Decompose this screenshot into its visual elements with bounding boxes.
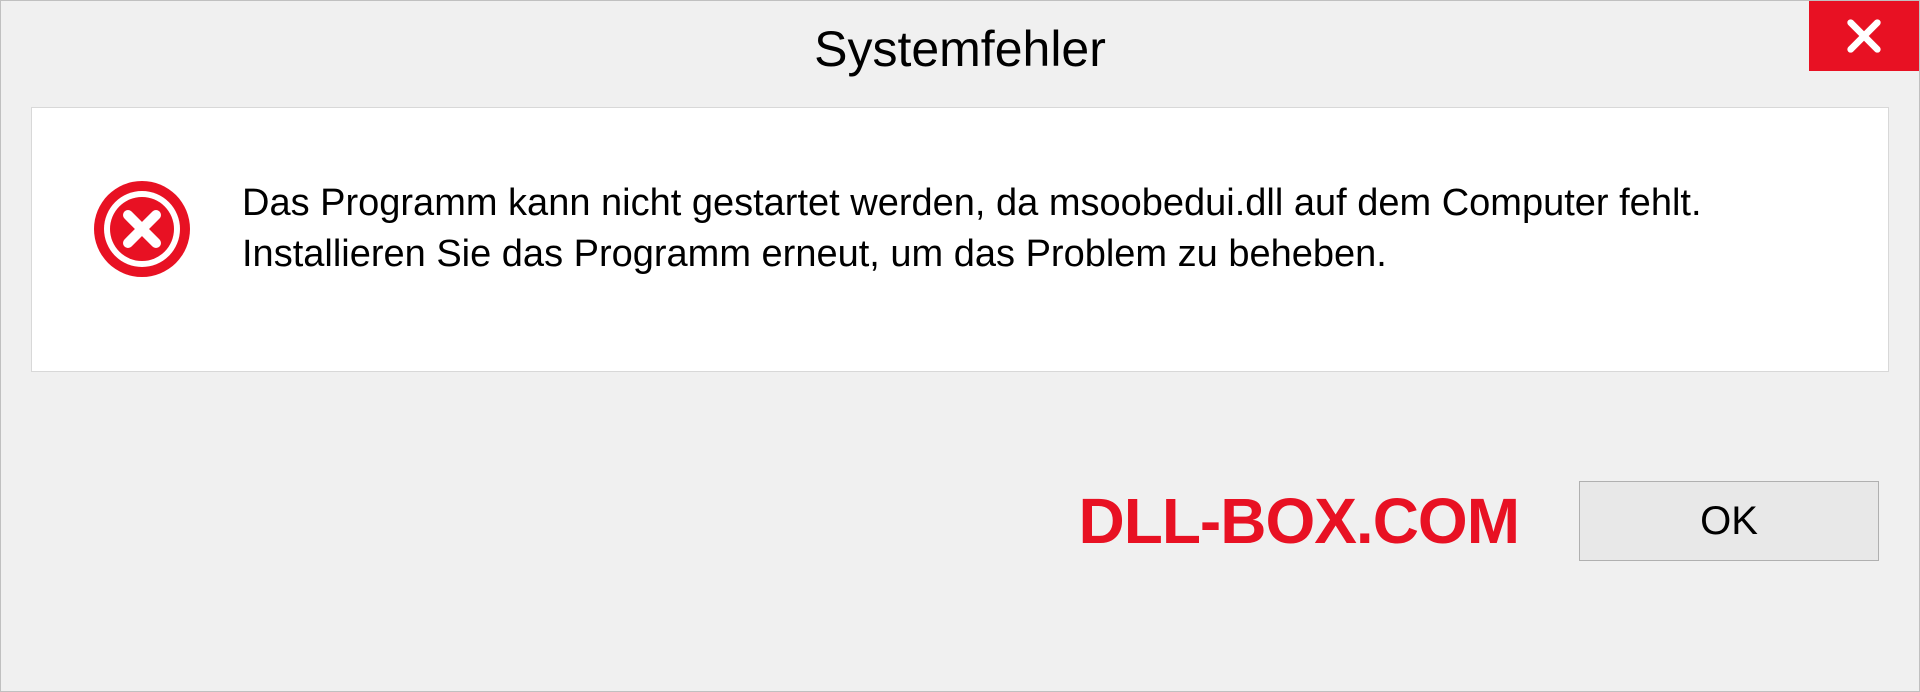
error-icon <box>92 179 192 279</box>
error-message: Das Programm kann nicht gestartet werden… <box>242 178 1828 281</box>
watermark-text: DLL-BOX.COM <box>1079 484 1520 558</box>
error-dialog: Systemfehler Das Programm kann nicht ges… <box>0 0 1920 692</box>
close-button[interactable] <box>1809 1 1919 71</box>
close-icon <box>1844 16 1884 56</box>
ok-button[interactable]: OK <box>1579 481 1879 561</box>
content-area: Das Programm kann nicht gestartet werden… <box>31 107 1889 372</box>
dialog-title: Systemfehler <box>814 20 1106 78</box>
titlebar: Systemfehler <box>1 1 1919 89</box>
footer: DLL-BOX.COM OK <box>1 372 1919 691</box>
